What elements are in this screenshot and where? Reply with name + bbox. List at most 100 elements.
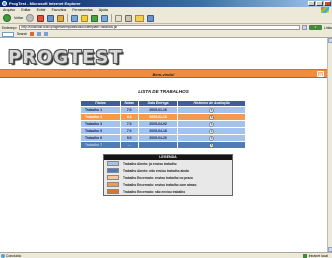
work-grade-cell: 7.0 <box>120 121 138 127</box>
evaluation-history-icon[interactable] <box>209 128 214 134</box>
table-row[interactable]: Trabalho 6 9.0 2005-04-20 <box>81 135 245 141</box>
evaluation-history-icon[interactable] <box>209 114 214 120</box>
search-label[interactable]: Search <box>17 32 27 36</box>
mail-icon[interactable] <box>115 14 123 22</box>
work-grade-cell: --- <box>120 142 138 148</box>
messenger-icon[interactable] <box>147 14 155 22</box>
evaluation-history-cell[interactable] <box>178 121 245 127</box>
table-row[interactable]: Trabalho 5 7.0 2005-04-18 <box>81 128 245 134</box>
close-button[interactable] <box>324 1 331 6</box>
legend-box: LEGENDA Trabalho Aberto: já enviou traba… <box>103 154 233 196</box>
work-grade-cell: 8.0 <box>120 114 138 120</box>
progtest-logo: PROGTEST <box>8 47 123 68</box>
table-row[interactable]: Trabalho 7 --- <box>81 142 245 148</box>
evaluation-history-icon[interactable] <box>209 142 214 148</box>
go-button[interactable]: Ir <box>309 25 323 30</box>
print-icon[interactable] <box>125 14 133 22</box>
vertical-scrollbar[interactable] <box>327 38 332 252</box>
legend-swatch <box>107 168 119 173</box>
table-row[interactable]: Trabalho 1 7.0 2005-01-16 <box>81 107 245 113</box>
table-row[interactable]: Trabalho 3 7.0 2005-04-02 <box>81 121 245 127</box>
evaluation-history-cell[interactable] <box>178 135 245 141</box>
page-content: PROGTEST Bem-vindo! ▤ LISTA DE TRABALHOS… <box>0 38 327 252</box>
legend-text: Trabalho Encerrado: enviou trabalho com … <box>123 182 197 187</box>
evaluation-history-cell[interactable] <box>178 128 245 134</box>
work-grade-cell: 7.0 <box>120 107 138 113</box>
column-header-grade: Notas <box>120 101 138 106</box>
search-box[interactable] <box>2 31 14 37</box>
work-date-cell <box>138 142 178 148</box>
evaluation-history-cell[interactable] <box>178 142 245 148</box>
legend-swatch <box>107 161 119 166</box>
address-label: Endereço <box>2 25 17 30</box>
work-grade-cell: 7.0 <box>120 128 138 134</box>
work-title-cell: Trabalho 7 <box>81 142 120 148</box>
evaluation-history-cell[interactable] <box>178 107 245 113</box>
address-input[interactable]: http://localhost:8080/progtest/templates… <box>18 25 301 30</box>
link-icon[interactable] <box>37 32 42 36</box>
refresh-icon[interactable] <box>47 14 55 22</box>
link-icon[interactable] <box>30 32 35 36</box>
work-date-cell: 2005-01-16 <box>138 114 178 120</box>
welcome-banner: Bem-vindo! ▤ <box>0 69 327 78</box>
work-title-cell: Trabalho 5 <box>81 128 120 134</box>
table-header-row: Títulos Notas Data Entrega Histórico de … <box>81 101 245 106</box>
column-header-title: Títulos <box>81 101 120 106</box>
links-label[interactable]: Links <box>324 26 332 30</box>
search-icon[interactable] <box>71 14 79 22</box>
folder-icon[interactable] <box>135 14 145 22</box>
column-header-date: Data Entrega <box>138 101 178 106</box>
links-bar: Search <box>0 31 332 38</box>
maximize-button[interactable] <box>316 1 323 6</box>
welcome-text: Bem-vindo! <box>152 72 175 77</box>
address-dropdown-icon[interactable] <box>302 25 308 30</box>
work-title-cell: Trabalho 6 <box>81 135 120 141</box>
window-title: ProgTest - Microsoft Internet Explorer <box>9 1 81 6</box>
minimize-button[interactable] <box>308 1 315 6</box>
window-titlebar: ProgTest - Microsoft Internet Explorer <box>0 0 332 7</box>
favorites-star-icon[interactable] <box>81 14 89 22</box>
legend-swatch <box>107 175 119 180</box>
legend-swatch <box>107 189 119 194</box>
legend-text: Trabalho Encerrado: enviou trabalho no p… <box>123 175 193 180</box>
evaluation-history-icon[interactable] <box>209 107 214 113</box>
legend-item: Trabalho Encerrado: enviou trabalho no p… <box>104 174 232 181</box>
link-icon[interactable] <box>44 32 49 36</box>
address-bar: Endereço http://localhost:8080/progtest/… <box>0 24 332 31</box>
table-row[interactable]: Trabalho 2 8.0 2005-01-16 <box>81 114 245 120</box>
legend-swatch <box>107 182 119 187</box>
internet-explorer-icon <box>2 1 7 6</box>
page-done-icon <box>1 254 5 258</box>
legend-text: Trabalho Aberto: não enviou trabalho ain… <box>123 168 189 173</box>
work-grade-cell: 9.0 <box>120 135 138 141</box>
scroll-up-icon[interactable] <box>328 38 332 43</box>
evaluation-history-icon[interactable] <box>209 135 214 141</box>
history-icon[interactable] <box>101 14 109 22</box>
legend-text: Trabalho Encerrado: não enviou trabalho <box>123 189 186 194</box>
back-label[interactable]: Voltar <box>14 16 23 20</box>
forward-arrow-icon[interactable] <box>26 14 35 22</box>
security-zone: Intranet local <box>302 253 328 258</box>
stop-icon[interactable] <box>37 14 45 22</box>
toolbar-separator <box>111 14 113 22</box>
legend-item: Trabalho Encerrado: não enviou trabalho <box>104 188 232 195</box>
intranet-zone-icon <box>302 254 307 258</box>
status-bar: Concluído Intranet local <box>0 252 332 258</box>
legend-text: Trabalho Aberto: já enviou trabalho <box>123 161 177 166</box>
evaluation-history-cell[interactable] <box>178 114 245 120</box>
legend-item: Trabalho Aberto: já enviou trabalho <box>104 160 232 167</box>
work-date-cell: 2005-04-18 <box>138 128 178 134</box>
work-date-cell: 2005-01-16 <box>138 107 178 113</box>
column-header-history: Histórico de Avaliação <box>178 101 245 106</box>
page-title: LISTA DE TRABALHOS <box>138 89 189 94</box>
legend-item: Trabalho Aberto: não enviou trabalho ain… <box>104 167 232 174</box>
work-date-cell: 2005-04-02 <box>138 121 178 127</box>
back-arrow-icon[interactable] <box>3 14 11 22</box>
standard-toolbar: Voltar <box>0 13 332 24</box>
exit-icon[interactable]: ▤ <box>317 71 324 77</box>
media-icon[interactable] <box>91 14 99 22</box>
work-title-cell: Trabalho 2 <box>81 114 120 120</box>
toolbar-separator <box>67 14 69 22</box>
evaluation-history-icon[interactable] <box>209 121 214 127</box>
home-icon[interactable] <box>57 14 65 22</box>
